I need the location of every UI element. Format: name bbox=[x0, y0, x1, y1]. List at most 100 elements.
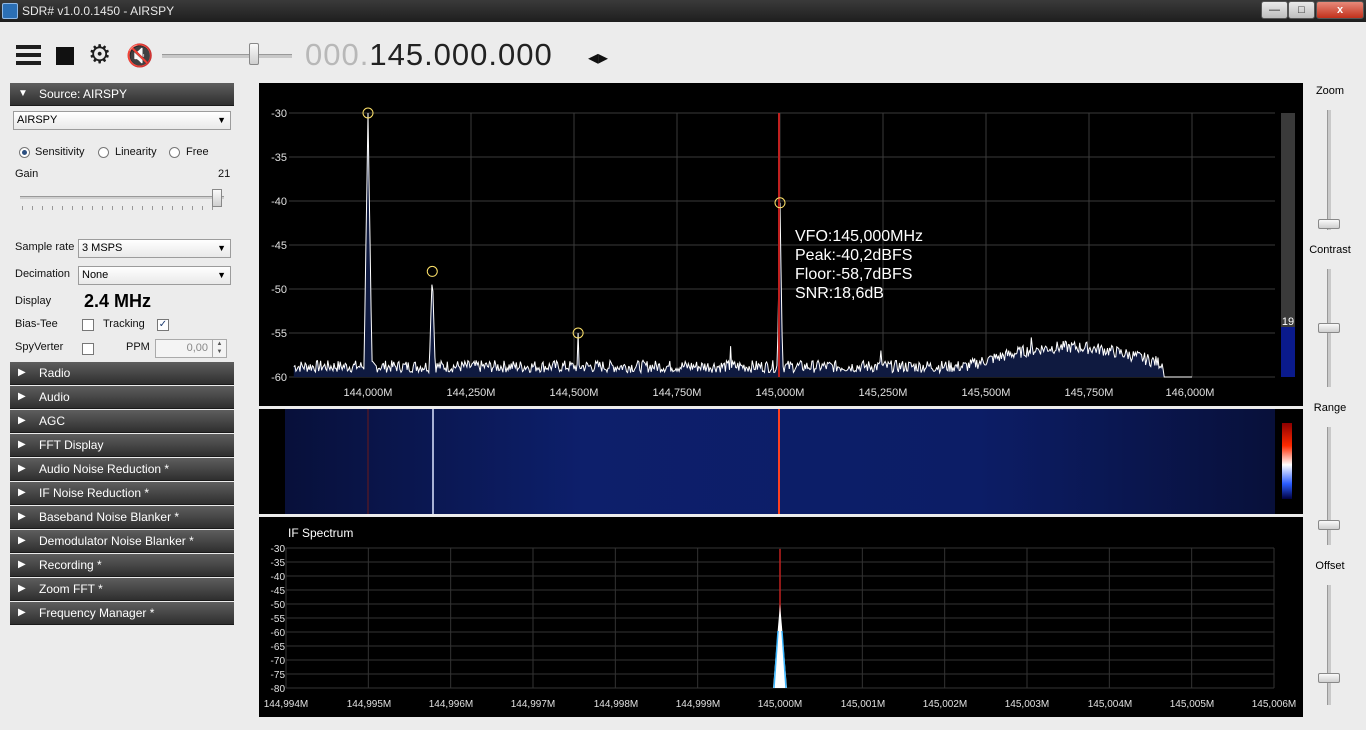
offset-slider-thumb[interactable] bbox=[1318, 673, 1340, 683]
bias-tee-checkbox[interactable] bbox=[82, 319, 94, 331]
section-header-if-noise-reduction[interactable]: ▶ IF Noise Reduction * bbox=[10, 482, 234, 505]
ppm-spinner-icon[interactable]: ▲ ▼ bbox=[212, 340, 226, 357]
volume-slider-thumb[interactable] bbox=[249, 43, 259, 65]
if-x-tick: 144,999M bbox=[676, 699, 720, 710]
mute-icon[interactable]: 🔇 bbox=[126, 45, 153, 67]
radio-free[interactable] bbox=[169, 147, 180, 158]
signal-level-fill bbox=[1281, 327, 1295, 377]
section-header-baseband-noise-blanker[interactable]: ▶ Baseband Noise Blanker * bbox=[10, 506, 234, 529]
range-label: Range bbox=[1313, 402, 1347, 414]
zoom-label: Zoom bbox=[1315, 85, 1345, 97]
floor-readout: Floor:-58,7dBFS bbox=[795, 266, 912, 283]
decimation-label: Decimation bbox=[15, 268, 71, 280]
spectrum-x-tick: 145,750M bbox=[1065, 387, 1114, 399]
peak-readout: Peak:-40,2dBFS bbox=[795, 247, 912, 264]
gain-slider-thumb[interactable] bbox=[212, 189, 222, 207]
sample-rate-label: Sample rate bbox=[15, 241, 75, 253]
gain-label: Gain bbox=[15, 168, 39, 180]
if-x-tick: 145,003M bbox=[1005, 699, 1049, 710]
spectrum-x-tick: 144,000M bbox=[344, 387, 393, 399]
spyverter-label: SpyVerter bbox=[15, 341, 64, 353]
section-label: Recording * bbox=[39, 558, 102, 572]
source-section-header[interactable]: ▼ Source: AIRSPY bbox=[10, 83, 234, 106]
volume-slider-track[interactable] bbox=[162, 54, 292, 58]
minimize-button[interactable]: — bbox=[1261, 1, 1288, 19]
collapsed-arrow-icon: ▶ bbox=[18, 439, 26, 450]
waterfall-plot[interactable] bbox=[259, 409, 1303, 514]
if-x-tick: 145,002M bbox=[923, 699, 967, 710]
peak-marker bbox=[426, 265, 438, 277]
section-header-zoom-fft[interactable]: ▶ Zoom FFT * bbox=[10, 578, 234, 601]
spectrum-x-ticks: 144,000M 144,250M 144,500M 144,750M 145,… bbox=[344, 387, 1215, 399]
hamburger-icon[interactable] bbox=[16, 45, 41, 67]
radio-linearity[interactable] bbox=[98, 147, 109, 158]
if-x-tick: 145,001M bbox=[841, 699, 885, 710]
section-header-radio[interactable]: ▶ Radio bbox=[10, 362, 234, 385]
if-y-tick: -50 bbox=[271, 600, 286, 611]
close-button[interactable]: x bbox=[1316, 1, 1364, 19]
spyverter-checkbox[interactable] bbox=[82, 343, 94, 355]
title-bar: SDR# v1.0.0.1450 - AIRSPY — □ x bbox=[0, 0, 1366, 22]
gain-slider-track[interactable] bbox=[20, 196, 224, 199]
maximize-button[interactable]: □ bbox=[1288, 1, 1315, 19]
range-slider-thumb[interactable] bbox=[1318, 520, 1340, 530]
contrast-label: Contrast bbox=[1309, 244, 1351, 256]
section-header-audio-noise-reduction[interactable]: ▶ Audio Noise Reduction * bbox=[10, 458, 234, 481]
section-header-demodulator-noise-blanker[interactable]: ▶ Demodulator Noise Blanker * bbox=[10, 530, 234, 553]
if-x-tick: 145,000M bbox=[758, 699, 802, 710]
spectrum-plot[interactable]: -30 -35 -40 -45 -50 -55 -60 144,000M 144… bbox=[259, 83, 1303, 406]
decimation-value: None bbox=[82, 269, 109, 281]
section-header-recording[interactable]: ▶ Recording * bbox=[10, 554, 234, 577]
frequency-prefix[interactable]: 000. bbox=[305, 37, 369, 72]
offset-slider-track[interactable] bbox=[1327, 585, 1331, 705]
bias-tee-label: Bias-Tee bbox=[15, 318, 58, 330]
if-spectrum-plot[interactable]: IF Spectrum -30 -35 -40 -45 -50 -55 -60 … bbox=[259, 517, 1303, 717]
spectrum-y-ticks: -30 -35 -40 -45 -50 -55 -60 bbox=[271, 108, 287, 384]
app-icon bbox=[2, 3, 18, 19]
spectrum-y-tick: -55 bbox=[271, 328, 287, 340]
if-y-tick: -70 bbox=[271, 656, 286, 667]
spectrum-x-tick: 144,500M bbox=[550, 387, 599, 399]
section-header-agc[interactable]: ▶ AGC bbox=[10, 410, 234, 433]
zoom-slider-track[interactable] bbox=[1327, 110, 1331, 230]
section-header-fft-display[interactable]: ▶ FFT Display bbox=[10, 434, 234, 457]
gear-icon[interactable]: ⚙ bbox=[88, 41, 111, 67]
spectrum-y-tick: -30 bbox=[271, 108, 287, 120]
expanded-arrow-icon: ▼ bbox=[18, 88, 28, 99]
sample-rate-select[interactable]: 3 MSPS ▼ bbox=[78, 239, 231, 258]
section-header-frequency-manager[interactable]: ▶ Frequency Manager * bbox=[10, 602, 234, 625]
spectrum-x-tick: 144,750M bbox=[653, 387, 702, 399]
device-select[interactable]: AIRSPY ▼ bbox=[13, 111, 231, 130]
if-y-tick: -75 bbox=[271, 670, 286, 681]
contrast-slider-thumb[interactable] bbox=[1318, 323, 1340, 333]
if-spectrum-x-ticks: 144,994M 144,995M 144,996M 144,997M 144,… bbox=[264, 699, 1296, 710]
offset-label: Offset bbox=[1315, 560, 1345, 572]
waterfall-display[interactable] bbox=[259, 409, 1303, 514]
collapsed-arrow-icon: ▶ bbox=[18, 463, 26, 474]
spectrum-y-tick: -45 bbox=[271, 240, 287, 252]
frequency-step-arrows-icon[interactable]: ◂▸ bbox=[588, 45, 608, 70]
if-spectrum[interactable]: IF Spectrum -30 -35 -40 -45 -50 -55 -60 … bbox=[259, 517, 1303, 717]
frequency-display[interactable]: 000.145.000.000 bbox=[305, 37, 553, 73]
if-y-tick: -35 bbox=[271, 558, 286, 569]
display-bandwidth-value: 2.4 MHz bbox=[84, 291, 152, 311]
section-header-audio[interactable]: ▶ Audio bbox=[10, 386, 234, 409]
zoom-slider-thumb[interactable] bbox=[1318, 219, 1340, 229]
decimation-select[interactable]: None ▼ bbox=[78, 266, 231, 285]
frequency-value[interactable]: 145.000.000 bbox=[369, 37, 552, 72]
collapsed-arrow-icon: ▶ bbox=[18, 367, 26, 378]
section-label: FFT Display bbox=[39, 438, 104, 452]
collapsed-arrow-icon: ▶ bbox=[18, 415, 26, 426]
spectrum-analyzer[interactable]: -30 -35 -40 -45 -50 -55 -60 144,000M 144… bbox=[259, 83, 1303, 406]
spectrum-x-tick: 146,000M bbox=[1166, 387, 1215, 399]
snr-readout: SNR:18,6dB bbox=[795, 285, 884, 302]
section-label: Audio bbox=[39, 390, 70, 404]
tracking-label: Tracking bbox=[103, 318, 145, 330]
radio-sensitivity[interactable] bbox=[19, 147, 30, 158]
tracking-checkbox[interactable]: ✓ bbox=[157, 319, 169, 331]
collapsed-arrow-icon: ▶ bbox=[18, 391, 26, 402]
section-label: Frequency Manager * bbox=[39, 606, 155, 620]
stop-icon[interactable] bbox=[56, 47, 74, 65]
section-label: Demodulator Noise Blanker * bbox=[39, 534, 194, 548]
if-x-tick: 144,997M bbox=[511, 699, 555, 710]
